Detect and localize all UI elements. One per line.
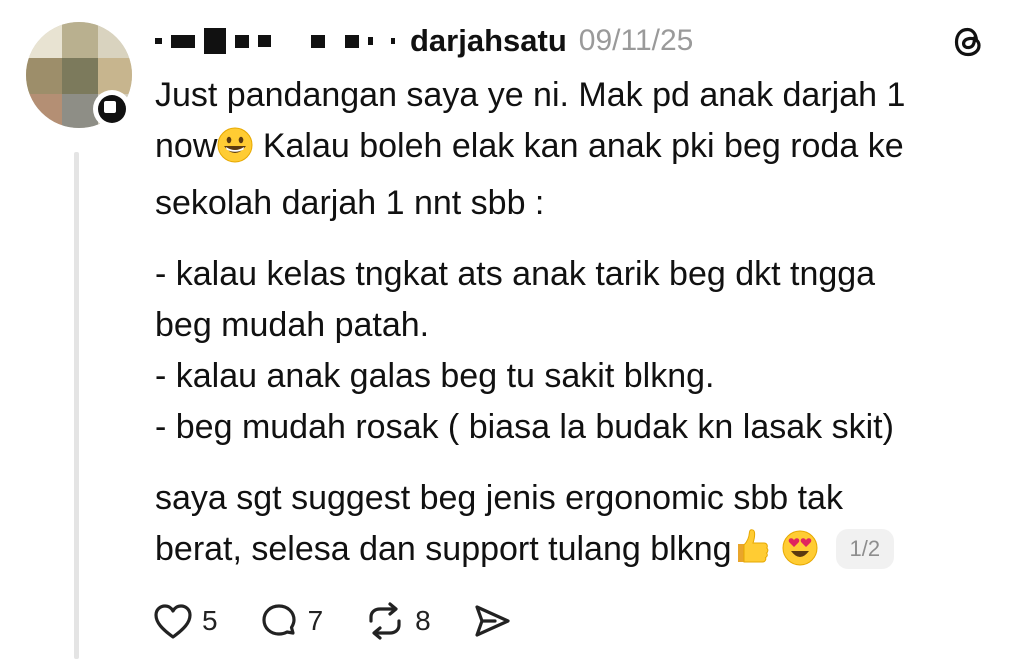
reply-count: 7 — [307, 605, 324, 636]
body-line: - beg mudah rosak ( biasa la budak kn la… — [155, 408, 894, 446]
username[interactable]: darjahsatu — [410, 23, 567, 59]
heart-icon — [152, 601, 194, 641]
action-bar: 5 7 8 — [152, 596, 553, 646]
timestamp: 09/11/25 — [578, 24, 694, 57]
page-indicator-badge[interactable]: 1/2 — [835, 529, 895, 569]
thumbs-up-emoji-icon — [732, 526, 772, 581]
threads-logo-icon[interactable] — [948, 22, 988, 62]
body-text-segment: berat, selesa dan support tulang blkng — [155, 530, 732, 568]
like-button[interactable]: 5 — [152, 601, 218, 641]
repost-count: 8 — [415, 605, 431, 636]
avatar-badge-icon — [93, 90, 131, 128]
body-line: - kalau kelas tngkat ats anak tarik beg … — [155, 255, 876, 293]
reply-button[interactable]: 7 — [258, 601, 324, 641]
body-line: Just pandangan saya ye ni. Mak pd anak d… — [155, 76, 906, 114]
body-line: beg mudah patah. — [155, 306, 430, 344]
repost-button[interactable]: 8 — [363, 601, 431, 641]
like-count: 5 — [202, 605, 218, 636]
share-button[interactable] — [471, 601, 513, 641]
repost-icon — [363, 601, 407, 641]
grinning-face-emoji-icon — [217, 127, 253, 178]
thread-line — [74, 152, 79, 659]
body-line: now Kalau boleh elak kan anak pki beg ro… — [155, 121, 995, 178]
threads-reply-post: darjahsatu 09/11/25 Just pandangan saya … — [0, 0, 1024, 659]
body-text-segment: now — [155, 127, 218, 165]
body-line: sekolah darjah 1 nnt sbb : — [155, 184, 545, 222]
body-line: saya sgt suggest beg jenis ergonomic sbb… — [155, 479, 843, 517]
share-icon — [471, 601, 513, 641]
post-header: darjahsatu 09/11/25 — [155, 18, 693, 64]
body-line: - kalau anak galas beg tu sakit blkng. — [155, 357, 715, 395]
post-body: Just pandangan saya ye ni. Mak pd anak d… — [155, 70, 995, 581]
comment-icon — [258, 601, 300, 641]
heart-eyes-emoji-icon — [782, 530, 818, 581]
redacted-name — [155, 26, 404, 56]
body-text-segment: Kalau boleh elak kan anak pki beg roda k… — [253, 127, 904, 165]
body-line: berat, selesa dan support tulang blkng 1/… — [155, 524, 995, 581]
